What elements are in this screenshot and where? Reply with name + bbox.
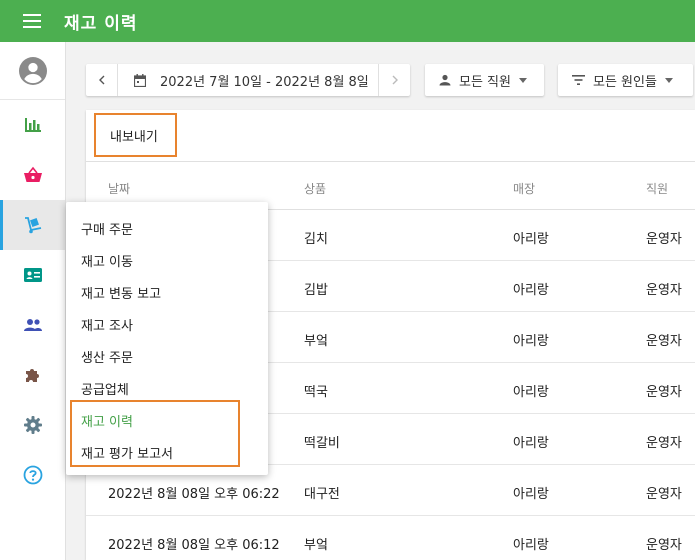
reports-icon (24, 118, 41, 132)
chevron-left-icon (98, 75, 104, 85)
column-header-store: 매장 (513, 182, 536, 196)
date-next-button[interactable] (378, 64, 410, 96)
cell-date: 2022년 8월 08일 오후 06:12 (108, 538, 280, 553)
cell-store: 아리랑 (513, 385, 549, 400)
cell-item: 떡국 (304, 385, 328, 400)
cell-store: 아리랑 (513, 232, 549, 247)
menu-item-suppliers[interactable]: 공급업체 (81, 379, 129, 398)
account-icon[interactable] (0, 42, 65, 100)
cell-store: 아리랑 (513, 283, 549, 298)
sidebar-item-items[interactable] (0, 150, 65, 200)
sidebar-item-inventory[interactable] (0, 200, 65, 250)
cell-item: 대구전 (304, 487, 340, 502)
table-row[interactable]: 2022년 8월 08일 오후 06:12 부엌 아리랑 운영자 (86, 516, 695, 560)
menu-item-inventory-counts[interactable]: 재고 조사 (81, 315, 133, 334)
caret-down-icon (518, 77, 527, 83)
export-button[interactable]: 내보내기 (94, 113, 177, 157)
sidebar-item-integrations[interactable] (0, 350, 65, 400)
sidebar-item-reports[interactable] (0, 100, 65, 150)
cell-employee: 운영자 (646, 385, 682, 400)
employee-filter[interactable]: 모든 직원 (425, 64, 544, 96)
cell-date: 2022년 8월 08일 오후 06:22 (108, 487, 280, 502)
items-basket-icon (23, 166, 42, 182)
date-range-field[interactable]: 2022년 7월 10일 - 2022년 8월 8일 (118, 71, 378, 90)
customer-card-icon (23, 268, 42, 282)
column-header-employee: 직원 (646, 182, 669, 196)
cell-store: 아리랑 (513, 538, 549, 553)
page-title: 재고 이력 (64, 13, 138, 34)
employee-filter-label: 모든 직원 (459, 74, 511, 90)
menu-icon[interactable] (0, 0, 64, 42)
cell-item: 부엌 (304, 538, 328, 553)
app-bar: 재고 이력 (0, 0, 695, 42)
inventory-menu: 구매 주문 재고 이동 재고 변동 보고 재고 조사 생산 주문 공급업체 재고… (66, 202, 268, 475)
date-range-picker: 2022년 7월 10일 - 2022년 8월 8일 (86, 64, 410, 96)
employees-icon (23, 319, 42, 331)
sidebar-item-settings[interactable] (0, 400, 65, 450)
cell-employee: 운영자 (646, 334, 682, 349)
sidebar-item-employees[interactable] (0, 300, 65, 350)
calendar-icon (134, 73, 146, 87)
sidebar-item-customers[interactable] (0, 250, 65, 300)
date-range-label: 2022년 7월 10일 - 2022년 8월 8일 (160, 74, 369, 90)
menu-item-purchase-orders[interactable]: 구매 주문 (81, 219, 133, 238)
chevron-right-icon (392, 75, 398, 85)
cell-item: 부엌 (304, 334, 328, 349)
sidebar (0, 42, 66, 560)
menu-item-transfer-orders[interactable]: 재고 이동 (81, 251, 133, 270)
settings-gear-icon (23, 416, 42, 434)
cell-employee: 운영자 (646, 283, 682, 298)
integrations-puzzle-icon (25, 369, 39, 382)
cell-item: 떡갈비 (304, 436, 340, 451)
cell-store: 아리랑 (513, 487, 549, 502)
date-prev-button[interactable] (86, 64, 118, 96)
column-header-date: 날짜 (108, 182, 131, 196)
cell-store: 아리랑 (513, 334, 549, 349)
person-icon (439, 74, 451, 86)
cell-item: 김치 (304, 232, 328, 247)
inventory-dolly-icon (24, 217, 41, 234)
export-row: 내보내기 (86, 110, 695, 162)
sidebar-item-help[interactable] (0, 450, 65, 500)
highlight-box (70, 400, 240, 467)
cell-item: 김밥 (304, 283, 328, 298)
cell-employee: 운영자 (646, 487, 682, 502)
column-header-item: 상품 (304, 182, 327, 196)
caret-down-icon (664, 77, 673, 83)
cell-employee: 운영자 (646, 436, 682, 451)
filter-icon (572, 75, 585, 85)
filter-toolbar: 2022년 7월 10일 - 2022년 8월 8일 모든 직원 모든 원인들 (86, 64, 693, 96)
menu-item-production-orders[interactable]: 생산 주문 (81, 347, 133, 366)
cell-employee: 운영자 (646, 232, 682, 247)
cell-employee: 운영자 (646, 538, 682, 553)
cell-store: 아리랑 (513, 436, 549, 451)
reason-filter[interactable]: 모든 원인들 (558, 64, 693, 96)
menu-item-stock-adjustments[interactable]: 재고 변동 보고 (81, 283, 161, 302)
reason-filter-label: 모든 원인들 (593, 74, 657, 90)
help-icon (23, 465, 42, 485)
